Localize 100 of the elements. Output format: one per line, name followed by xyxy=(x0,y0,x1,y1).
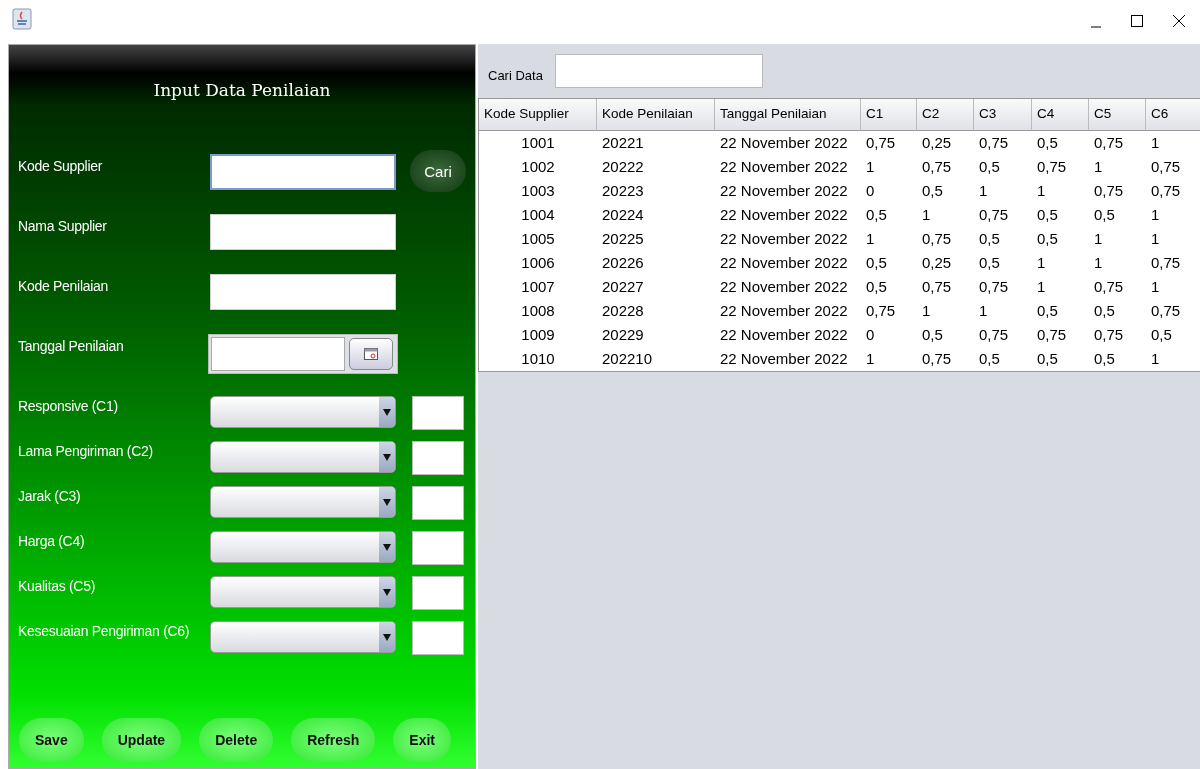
column-header[interactable]: Kode Penilaian xyxy=(597,99,715,131)
field-label: Lama Pengiriman (C2) xyxy=(17,443,154,459)
table-cell-text: 1 xyxy=(1036,181,1047,201)
date-field[interactable] xyxy=(211,337,345,371)
table-cell-text: 0,5 xyxy=(1036,205,1059,225)
column-header[interactable]: C1 xyxy=(861,99,917,131)
table-cell-text: 0,5 xyxy=(865,253,888,273)
text-field[interactable] xyxy=(210,274,396,310)
value-field[interactable] xyxy=(412,621,464,655)
field-label: Nama Supplier xyxy=(17,218,108,234)
table-cell-text: 0 xyxy=(865,325,876,345)
table-cell-text: 0,5 xyxy=(1036,349,1059,369)
form-title: Input Data Penilaian xyxy=(153,80,331,100)
table-cell-text: 20227 xyxy=(601,277,645,297)
table-cell-text: 0,75 xyxy=(921,277,953,297)
table-cell-text: 0,75 xyxy=(865,133,897,153)
table-cell-text: 0,5 xyxy=(978,229,1001,249)
table-cell-text: 1 xyxy=(865,157,876,177)
caret-icon xyxy=(383,408,391,416)
table-cell-text: 22 November 2022 xyxy=(719,277,849,297)
table-cell-text: 1 xyxy=(1150,205,1161,225)
dropdown[interactable] xyxy=(210,576,396,608)
table-cell-text: 1001 xyxy=(520,133,556,153)
column-header[interactable]: C2 xyxy=(917,99,974,131)
table-cell-text: 0,25 xyxy=(921,253,953,273)
table-cell-text: 0,75 xyxy=(921,349,953,369)
table-cell-text: 0,75 xyxy=(978,325,1010,345)
field-label: Tanggal Penilaian xyxy=(17,338,125,354)
search-button[interactable]: Cari xyxy=(410,150,466,192)
table-cell-text: 0,75 xyxy=(1093,277,1125,297)
table-cell-text: 202210 xyxy=(601,349,654,369)
table-cell-text: 22 November 2022 xyxy=(719,133,849,153)
value-field[interactable] xyxy=(412,396,464,430)
field-label: Jarak (C3) xyxy=(17,488,82,504)
maximize-icon[interactable] xyxy=(1130,14,1144,28)
table-cell-text: 20224 xyxy=(601,205,645,225)
table-cell-text: 0,5 xyxy=(1036,229,1059,249)
table-cell-text: 1010 xyxy=(520,349,556,369)
date-picker[interactable] xyxy=(208,334,398,374)
dropdown[interactable] xyxy=(210,621,396,653)
dropdown[interactable] xyxy=(210,486,396,518)
field-label: Harga (C4) xyxy=(17,533,86,549)
table-cell-text: 0,75 xyxy=(1036,157,1068,177)
caret-icon xyxy=(383,588,391,596)
table-cell-text: 0,5 xyxy=(1150,325,1173,345)
action-button[interactable]: Update xyxy=(101,718,182,762)
column-header[interactable]: C4 xyxy=(1032,99,1089,131)
table-cell-text: 0,75 xyxy=(978,133,1010,153)
value-field[interactable] xyxy=(412,531,464,565)
text-field[interactable] xyxy=(210,154,396,190)
column-header[interactable]: C5 xyxy=(1089,99,1146,131)
table-cell-text: 0 xyxy=(865,181,876,201)
action-button[interactable]: Refresh xyxy=(291,718,376,762)
field-label: Kesesuaian Pengiriman (C6) xyxy=(17,623,191,639)
value-field[interactable] xyxy=(412,576,464,610)
table-cell-text: 1007 xyxy=(520,277,556,297)
table-cell-text: 0,75 xyxy=(978,205,1010,225)
column-header[interactable]: C6 xyxy=(1146,99,1200,131)
value-field[interactable] xyxy=(412,486,464,520)
table-cell-text: 22 November 2022 xyxy=(719,205,849,225)
table-cell-text: 0,5 xyxy=(978,157,1001,177)
table-cell-text: 22 November 2022 xyxy=(719,157,849,177)
text-field[interactable] xyxy=(210,214,396,250)
dropdown[interactable] xyxy=(210,531,396,563)
table-cell-text: 1008 xyxy=(520,301,556,321)
column-header[interactable]: Kode Supplier xyxy=(479,99,597,131)
value-field[interactable] xyxy=(412,441,464,475)
table-cell-text: 0,75 xyxy=(978,277,1010,297)
column-header[interactable]: C3 xyxy=(974,99,1032,131)
table-cell-text: 1 xyxy=(865,229,876,249)
field-label: Kode Supplier xyxy=(17,158,104,174)
column-header[interactable]: Tanggal Penilaian xyxy=(715,99,861,131)
table-cell-text: 0,75 xyxy=(1150,301,1182,321)
action-button[interactable]: Delete xyxy=(199,718,274,762)
table-cell-text: 1003 xyxy=(520,181,556,201)
table-cell-text: 1002 xyxy=(520,157,556,177)
table-cell-text: 1 xyxy=(1093,157,1104,177)
action-button[interactable]: Exit xyxy=(393,718,451,762)
table-cell-text: 0,5 xyxy=(921,325,944,345)
table-cell-text: 1005 xyxy=(520,229,556,249)
calendar-icon xyxy=(364,348,378,360)
table-cell-text: 20222 xyxy=(601,157,645,177)
table-cell-text: 0,5 xyxy=(1093,349,1116,369)
dropdown[interactable] xyxy=(210,441,396,473)
table-cell-text: 0,5 xyxy=(865,205,888,225)
table-cell-text: 1 xyxy=(1150,229,1161,249)
table-cell-text: 0,5 xyxy=(921,181,944,201)
table-cell-text: 0,75 xyxy=(1036,325,1068,345)
field-label: Kualitas (C5) xyxy=(17,578,97,594)
table-cell-text: 1 xyxy=(921,301,932,321)
action-button[interactable]: Save xyxy=(19,718,84,762)
dropdown[interactable] xyxy=(210,396,396,428)
calendar-button[interactable] xyxy=(349,338,393,370)
table-cell-text: 20221 xyxy=(601,133,645,153)
table-cell-text: 0,5 xyxy=(1093,205,1116,225)
table-cell-text: 20229 xyxy=(601,325,645,345)
close-icon[interactable] xyxy=(1172,14,1186,28)
search-field[interactable] xyxy=(554,54,763,88)
table-cell-text: 0,5 xyxy=(978,349,1001,369)
table-cell-text: 0,75 xyxy=(1150,181,1182,201)
